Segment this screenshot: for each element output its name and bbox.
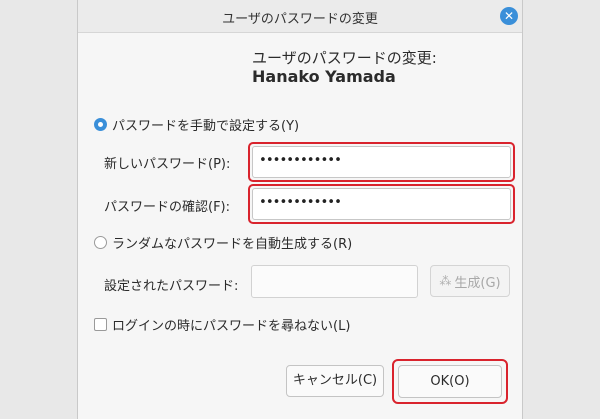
- dice-icon: ⁂: [439, 274, 452, 288]
- no-ask-label: ログインの時にパスワードを尋ねない(L): [112, 319, 351, 334]
- auto-generate-label: ランダムなパスワードを自動生成する(R): [112, 237, 353, 252]
- set-password-label: 設定されたパスワード:: [104, 279, 239, 294]
- confirm-password-label: パスワードの確認(F):: [104, 200, 231, 215]
- auto-generate-radio[interactable]: [94, 236, 107, 249]
- title-bar: ユーザのパスワードの変更 ✕: [78, 0, 522, 33]
- close-icon[interactable]: ✕: [500, 7, 518, 25]
- user-name: Hanako Yamada: [252, 67, 396, 86]
- cancel-button[interactable]: キャンセル(C): [286, 365, 384, 397]
- new-password-field[interactable]: ••••••••••••: [252, 146, 511, 178]
- confirm-password-field[interactable]: ••••••••••••: [252, 188, 511, 220]
- auto-generate-radio-row[interactable]: ランダムなパスワードを自動生成する(R): [94, 233, 352, 252]
- confirm-password-highlight: ••••••••••••: [248, 184, 515, 224]
- no-ask-checkbox[interactable]: [94, 318, 107, 331]
- new-password-label: 新しいパスワード(P):: [104, 157, 231, 172]
- manual-password-label: パスワードを手動で設定する(Y): [112, 119, 300, 134]
- generate-button-label: 生成(G): [454, 275, 501, 291]
- ok-button-highlight: OK(O): [392, 359, 508, 404]
- manual-password-radio[interactable]: [94, 118, 107, 131]
- generate-button[interactable]: ⁂ 生成(G): [430, 265, 510, 297]
- change-password-dialog: ユーザのパスワードの変更 ✕ ユーザのパスワードの変更: Hanako Yama…: [77, 0, 523, 419]
- no-ask-checkbox-row[interactable]: ログインの時にパスワードを尋ねない(L): [94, 315, 350, 334]
- set-password-field[interactable]: [251, 265, 418, 298]
- new-password-highlight: ••••••••••••: [248, 142, 515, 182]
- dialog-heading: ユーザのパスワードの変更:: [252, 49, 437, 67]
- ok-button[interactable]: OK(O): [398, 365, 502, 398]
- manual-password-radio-row[interactable]: パスワードを手動で設定する(Y): [94, 115, 299, 134]
- window-title: ユーザのパスワードの変更: [222, 12, 378, 27]
